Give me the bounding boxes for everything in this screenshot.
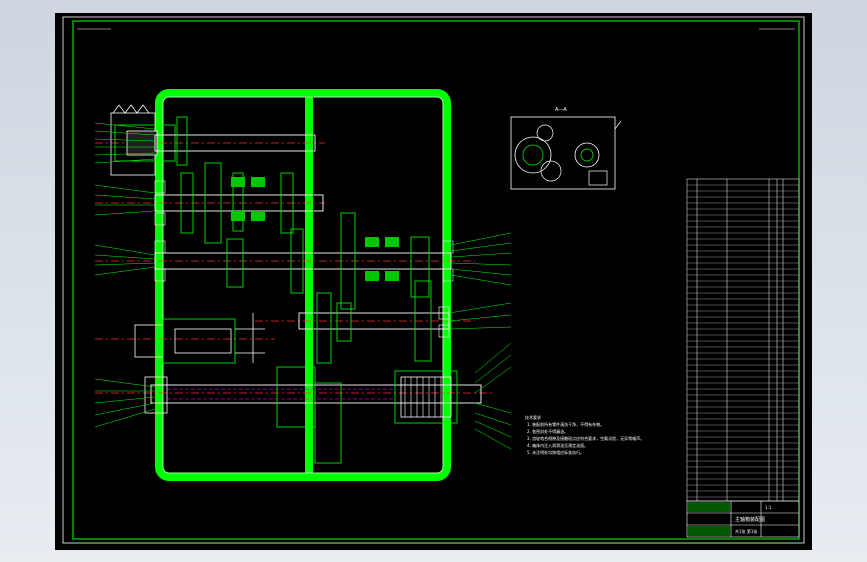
drawing-scale: 1:1 xyxy=(765,505,772,510)
spindle-thread xyxy=(404,377,442,417)
section-view: A—A xyxy=(510,107,622,190)
cad-viewport: A—A 技术要求 1. 装配前所有零件清洗干净，不得有杂物。 2. 各密封处不得… xyxy=(0,0,867,562)
hidden-lines xyxy=(167,388,395,400)
leader-lines-right xyxy=(448,232,512,450)
spindle-assembly xyxy=(144,366,458,428)
drawing-canvas[interactable]: A—A 技术要求 1. 装配前所有零件清洗干净，不得有杂物。 2. 各密封处不得… xyxy=(55,13,812,550)
technical-notes: 技术要求 1. 装配前所有零件清洗干净，不得有杂物。 2. 各密封处不得漏油。 … xyxy=(525,414,644,455)
drawing-title: 主轴箱装配图 xyxy=(735,516,765,523)
assembly-drawing: A—A 技术要求 1. 装配前所有零件清洗干净，不得有杂物。 2. 各密封处不得… xyxy=(62,16,805,544)
bearings xyxy=(154,180,454,338)
drawing-sheet: 共1张 第1张 xyxy=(735,528,757,534)
note-line: 1. 装配前所有零件清洗干净，不得有杂物。 xyxy=(527,421,604,427)
quill-assembly xyxy=(134,313,265,364)
inner-frame xyxy=(72,20,800,540)
title-block-fill xyxy=(688,502,730,536)
note-line: 2. 各密封处不得漏油。 xyxy=(527,428,568,434)
leader-lines-left xyxy=(94,122,156,428)
note-line: 3. 齿轮啮合侧隙及接触斑点应符合要求，空载试验，无异常噪声。 xyxy=(527,435,644,441)
note-line: 5. 未注明处均按相应标准执行。 xyxy=(527,449,584,455)
section-view-label: A—A xyxy=(555,107,567,113)
note-line: 4. 箱体内注入润滑油至规定油面。 xyxy=(527,442,588,448)
notes-title: 技术要求 xyxy=(525,414,541,420)
sliding-gear-blocks xyxy=(231,177,399,281)
gear-set xyxy=(176,116,432,464)
parts-list xyxy=(686,178,800,502)
parts-list-rows xyxy=(687,184,799,498)
